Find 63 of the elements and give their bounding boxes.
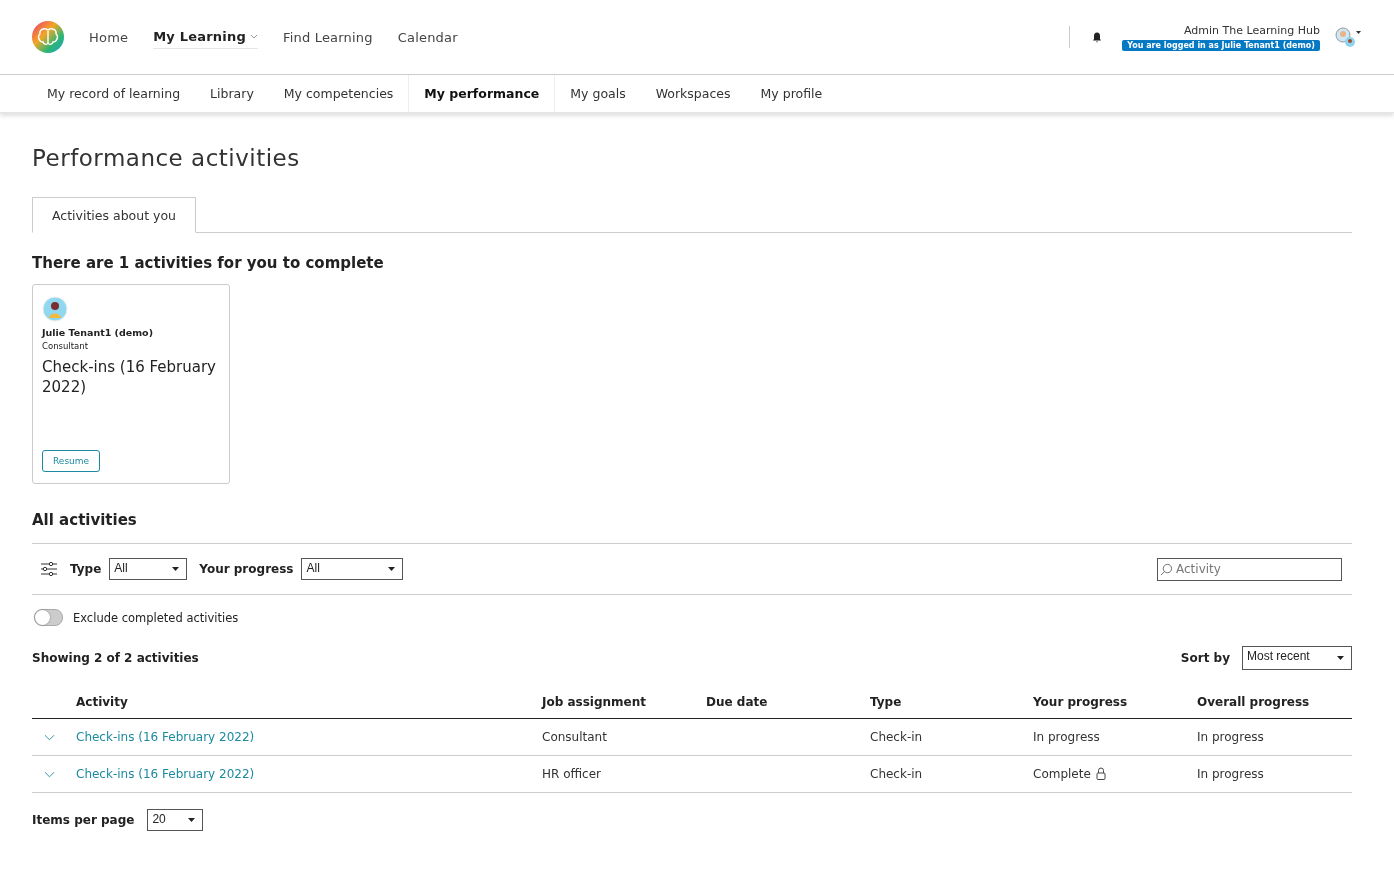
lock-icon	[1095, 767, 1106, 780]
caret-icon	[172, 567, 180, 571]
table-cell: In progress	[1197, 730, 1264, 744]
sort-label: Sort by	[1180, 651, 1230, 665]
table-cell: In progress	[1033, 730, 1100, 744]
column-header: Due date	[706, 695, 768, 709]
caret-icon	[188, 818, 196, 822]
caret-icon	[1337, 656, 1344, 660]
sort-dropdown[interactable]: Most recent	[1242, 646, 1352, 670]
sub-nav-tab[interactable]: Workspaces	[640, 75, 746, 112]
section-heading: There are 1 activities for you to complete	[32, 254, 385, 272]
toggle-switch[interactable]	[34, 609, 63, 626]
sub-nav-tab[interactable]: My competencies	[268, 75, 409, 112]
sub-nav-tab[interactable]: My profile	[745, 75, 838, 112]
page-title: Performance activities	[32, 145, 301, 171]
sub-nav-tab[interactable]: Library	[195, 75, 269, 112]
search-icon	[1160, 562, 1173, 576]
sub-nav-tab[interactable]: My record of learning	[32, 75, 196, 112]
filter-dropdown[interactable]: All	[109, 558, 188, 580]
person-name: Julie Tenant1 (demo)	[42, 327, 153, 338]
brain-logo-icon[interactable]	[32, 21, 64, 53]
items-per-page-dropdown[interactable]: 20	[147, 809, 204, 831]
table-cell: Complete	[1033, 767, 1091, 781]
caret-icon	[388, 567, 396, 571]
sub-nav-tab[interactable]: My goals	[555, 75, 641, 112]
chevron-down-icon[interactable]	[44, 734, 55, 741]
filter-dropdown[interactable]: All	[301, 558, 404, 580]
section-heading: All activities	[32, 511, 138, 529]
column-header: Job assignment	[542, 695, 647, 709]
filter-label: Your progress	[199, 562, 294, 576]
tab[interactable]: Activities about you	[32, 197, 196, 233]
filter-sliders-icon	[40, 562, 58, 576]
sub-nav-tab[interactable]: My performance	[408, 75, 556, 112]
nav-link[interactable]: Find Learning	[282, 25, 373, 49]
person-avatar-icon	[42, 296, 68, 322]
column-header: Overall progress	[1197, 695, 1310, 709]
login-badge: You are logged in as Julie Tenant1 (demo)	[1122, 39, 1320, 51]
table-cell: Check-in	[870, 767, 923, 781]
filter-label: Type	[70, 562, 102, 576]
column-header: Your progress	[1033, 695, 1128, 709]
pager-label: Items per page	[32, 813, 135, 827]
column-header: Type	[870, 695, 902, 709]
user-name: Admin The Learning Hub	[1184, 23, 1320, 37]
table-cell: HR officer	[542, 767, 602, 781]
column-header: Activity	[76, 695, 128, 709]
card-title: Check-ins (16 February 2022)	[42, 357, 217, 397]
nav-link[interactable]: Calendar	[397, 25, 458, 49]
table-cell: Consultant	[542, 730, 607, 744]
table-cell: In progress	[1197, 767, 1264, 781]
activity-link[interactable]: Check-ins (16 February 2022)	[76, 730, 255, 744]
avatar-icon[interactable]	[1334, 25, 1362, 49]
nav-link[interactable]: My Learning	[153, 25, 258, 49]
search-field[interactable]: Activity	[1157, 557, 1342, 581]
nav-link[interactable]: Home	[89, 25, 129, 49]
person-role: Consultant	[42, 341, 88, 351]
activity-link[interactable]: Check-ins (16 February 2022)	[76, 767, 255, 781]
results-count: Showing 2 of 2 activities	[32, 651, 199, 665]
chevron-down-icon	[249, 34, 258, 39]
table-cell: Check-in	[870, 730, 923, 744]
chevron-down-icon[interactable]	[44, 771, 55, 778]
bell-icon[interactable]	[1092, 31, 1103, 43]
resume-button[interactable]: Resume	[42, 450, 101, 472]
toggle-label: Exclude completed activities	[73, 610, 239, 625]
